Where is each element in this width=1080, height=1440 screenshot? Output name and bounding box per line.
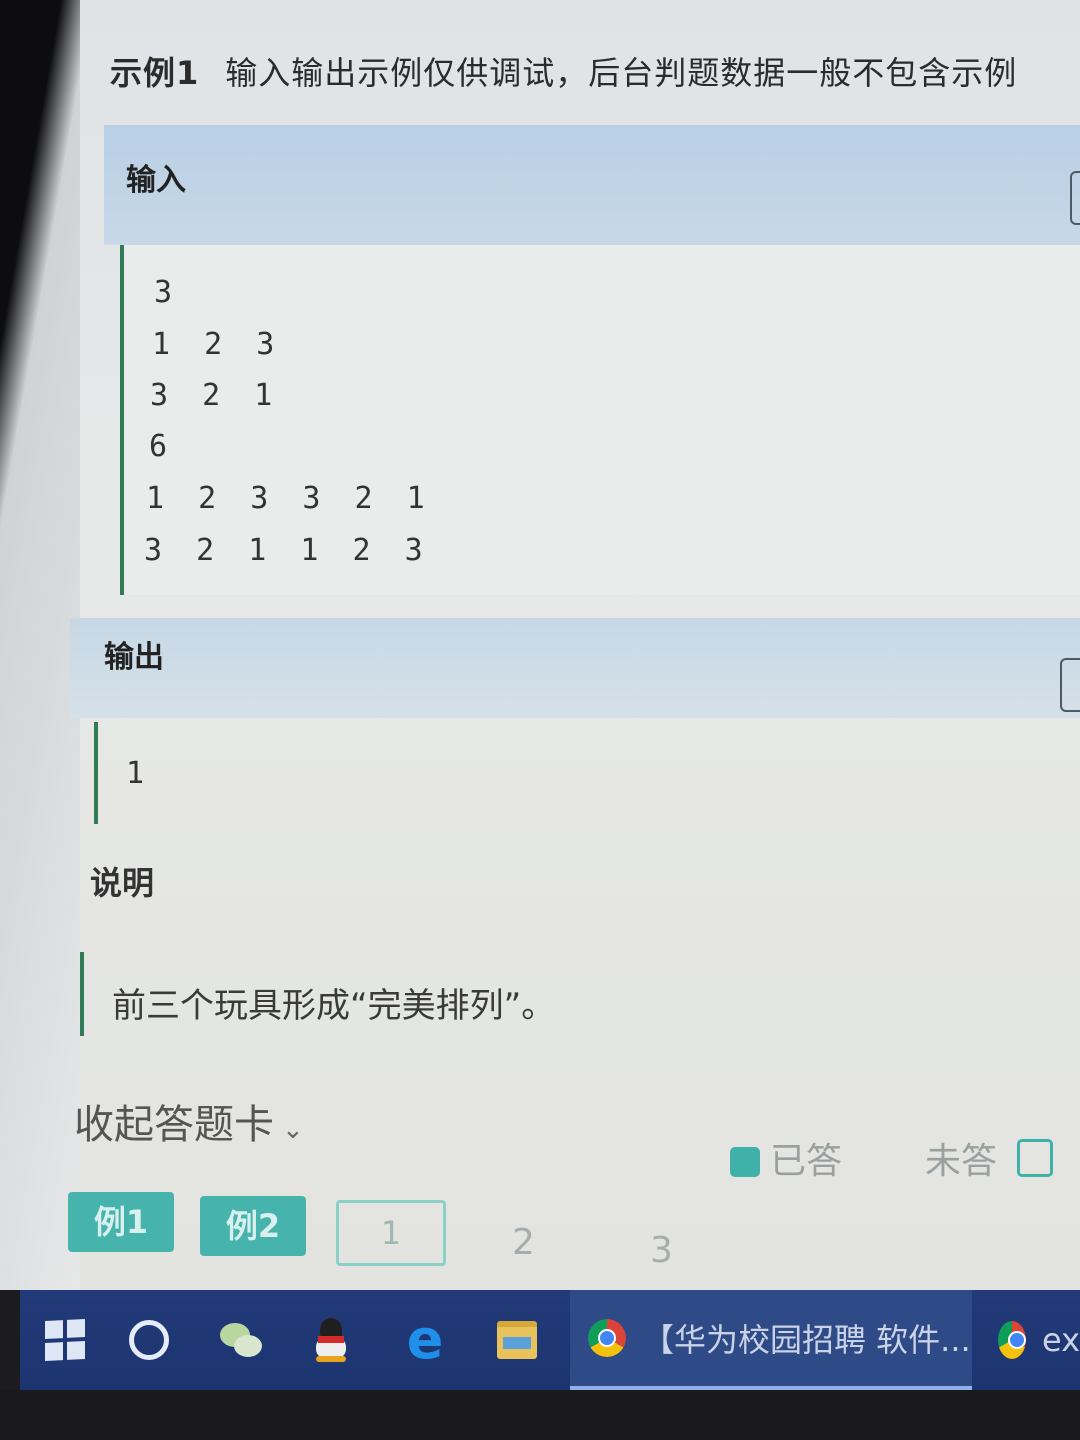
input-line: 6 [149, 429, 176, 464]
input-line: 1 2 3 3 2 1 [146, 481, 433, 516]
input-code-block: 3 1 2 3 3 2 1 6 1 2 3 3 2 1 3 2 1 1 2 3 [120, 245, 1080, 595]
input-line: 3 2 1 [150, 378, 281, 413]
example-note: 输入输出示例仅供调试，后台判题数据一般不包含示例 [225, 54, 1018, 92]
wechat-icon [220, 1323, 262, 1357]
example-2-button[interactable]: 例2 [200, 1196, 306, 1256]
legend-answered-label: 已答 [770, 1141, 843, 1182]
output-line: 1 [126, 756, 153, 791]
edge-taskbar-button[interactable]: e [380, 1290, 470, 1390]
cortana-button[interactable] [104, 1290, 194, 1390]
legend-answered: 已答 [730, 1132, 842, 1184]
answered-swatch [730, 1147, 760, 1177]
second-task-title: ex [1041, 1321, 1080, 1359]
collapse-label: 收起答题卡 [74, 1102, 274, 1148]
question-2-button[interactable]: 2 [512, 1222, 535, 1263]
chrome-icon [998, 1321, 1026, 1359]
folder-icon [497, 1321, 537, 1359]
input-label: 输入 [126, 163, 186, 198]
screen: 示例1 输入输出示例仅供调试，后台判题数据一般不包含示例 输入 3 1 2 3 3… [0, 0, 1080, 1290]
output-header: 输出 [70, 618, 1080, 718]
output-label: 输出 [104, 640, 164, 675]
collapse-answer-card[interactable]: 收起答题卡 ⌄ [74, 1092, 304, 1150]
description-text: 前三个玩具形成“完美排列”。 [112, 986, 556, 1026]
qq-penguin-icon [314, 1318, 348, 1362]
legend-unanswered-label: 未答 [925, 1141, 998, 1182]
chrome-task-active[interactable]: 【华为校园招聘 软件... [570, 1290, 972, 1390]
example-heading: 示例1 输入输出示例仅供调试，后台判题数据一般不包含示例 [110, 48, 1017, 94]
file-explorer-button[interactable] [472, 1290, 562, 1390]
question-1-button[interactable]: 1 [336, 1200, 446, 1266]
chevron-down-icon: ⌄ [282, 1115, 304, 1145]
unanswered-swatch [1017, 1139, 1054, 1177]
input-line: 3 2 1 1 2 3 [144, 533, 431, 568]
active-task-title: 【华为校园招聘 软件... [642, 1321, 971, 1359]
copy-output-button[interactable] [1060, 658, 1080, 712]
windows-icon [45, 1318, 85, 1362]
qq-taskbar-button[interactable] [286, 1290, 376, 1390]
monitor-bezel [0, 1390, 1080, 1440]
legend-unanswered: 未答 [925, 1132, 1054, 1184]
start-button[interactable] [20, 1290, 110, 1390]
copy-input-button[interactable] [1070, 171, 1080, 225]
wechat-taskbar-button[interactable] [196, 1290, 286, 1390]
example-1-button[interactable]: 例1 [68, 1192, 174, 1252]
input-header: 输入 [104, 125, 1080, 245]
chrome-icon [588, 1319, 626, 1357]
edge-browser-icon: e [406, 1308, 444, 1371]
description-label: 说明 [90, 864, 155, 902]
cortana-icon [129, 1320, 169, 1360]
description-block: 前三个玩具形成“完美排列”。 [80, 952, 1044, 1036]
input-line: 3 [154, 275, 181, 310]
output-code-block: 1 [94, 722, 1058, 824]
question-3-button[interactable]: 3 [650, 1230, 673, 1271]
taskbar: e 【华为校园招聘 软件... ex [20, 1290, 1080, 1390]
chrome-task-second[interactable]: ex [980, 1290, 1080, 1390]
example-tag: 示例1 [110, 54, 200, 92]
exam-page: 示例1 输入输出示例仅供调试，后台判题数据一般不包含示例 输入 3 1 2 3 3… [68, 0, 1080, 1290]
input-line: 1 2 3 [152, 327, 283, 362]
